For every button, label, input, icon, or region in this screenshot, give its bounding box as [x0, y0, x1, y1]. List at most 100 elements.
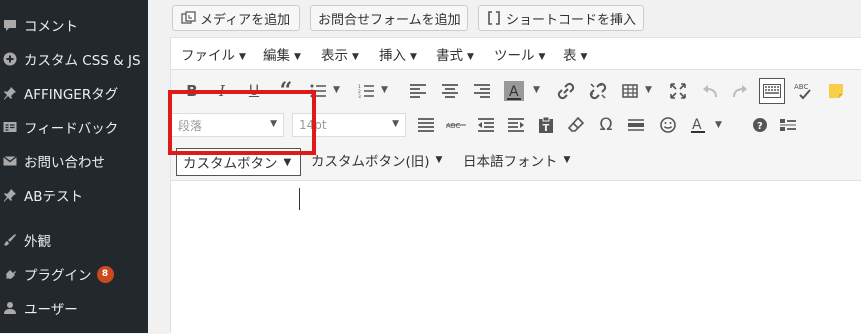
spellcheck-icon[interactable]: ABC — [791, 78, 817, 104]
justify-icon[interactable] — [413, 112, 439, 138]
menu-file[interactable]: ファイル ▼ — [181, 44, 246, 64]
align-left-icon[interactable] — [405, 78, 431, 104]
indent-icon[interactable] — [503, 112, 529, 138]
special-character-icon[interactable]: Ω — [593, 112, 619, 138]
format-select-value: 段落 — [178, 118, 203, 133]
sidebar-item-label: ABテスト — [24, 189, 83, 205]
help-icon[interactable]: ? — [747, 112, 773, 138]
sidebar-item-label: カスタム CSS & JS — [24, 53, 141, 69]
clear-formatting-icon[interactable] — [563, 112, 589, 138]
sidebar-item-appearance[interactable]: 外観 — [0, 223, 148, 257]
caret-down-icon[interactable]: ▼ — [715, 120, 722, 130]
brush-icon — [3, 233, 17, 247]
plugin-icon — [3, 267, 17, 281]
menu-view[interactable]: 表示 ▼ — [321, 44, 359, 64]
fontsize-select-value: 14pt — [299, 118, 327, 132]
menu-edit[interactable]: 編集 ▼ — [263, 44, 301, 64]
svg-text:A: A — [692, 117, 702, 133]
undo-icon[interactable] — [697, 78, 723, 104]
sidebar-item-users[interactable]: ユーザー — [0, 291, 148, 325]
blockquote-icon[interactable]: “ — [273, 78, 299, 104]
caret-down-icon: ▼ — [538, 52, 546, 62]
menu-table[interactable]: 表 ▼ — [563, 44, 587, 64]
insert-shortcode-label: ショートコードを挿入 — [505, 12, 636, 28]
update-count-badge: 8 — [96, 265, 114, 283]
outdent-icon[interactable] — [473, 112, 499, 138]
sidebar-item-label: プラグイン — [24, 268, 92, 284]
caret-down-icon[interactable]: ▼ — [645, 85, 652, 95]
emoticon-icon[interactable] — [655, 112, 681, 138]
svg-text:3: 3 — [358, 94, 361, 98]
sticky-note-icon[interactable] — [823, 78, 849, 104]
caret-down-icon: ▼ — [239, 52, 246, 62]
japanese-font-listbox[interactable]: 日本語フォント ▼ — [463, 148, 570, 172]
caret-down-icon: ▼ — [580, 52, 588, 62]
more-toolbar-icon[interactable] — [775, 112, 801, 138]
sidebar-item-comments[interactable]: コメント — [0, 8, 148, 42]
caret-down-icon: ▼ — [352, 52, 359, 62]
sidebar-item-ab-test[interactable]: ABテスト — [0, 178, 148, 212]
paste-text-icon[interactable]: T — [533, 112, 559, 138]
menu-label: 表示 — [321, 48, 348, 64]
sidebar-item-affinger-tag[interactable]: AFFINGERタグ — [0, 76, 148, 110]
menu-label: 書式 — [436, 48, 463, 64]
menu-label: ツール — [494, 48, 535, 64]
custom-button-old-listbox[interactable]: カスタムボタン(旧) ▼ — [311, 148, 442, 172]
menu-label: 編集 — [263, 48, 290, 64]
sidebar-item-label: AFFINGERタグ — [24, 87, 119, 103]
add-media-button[interactable]: メディアを追加 — [172, 5, 300, 31]
align-center-icon[interactable] — [437, 78, 463, 104]
caret-down-icon[interactable]: ▼ — [533, 85, 540, 95]
svg-text:T: T — [543, 123, 550, 133]
caret-down-icon: ▼ — [270, 119, 277, 129]
numbered-list-icon[interactable]: 123 — [353, 78, 379, 104]
text-cursor — [299, 188, 300, 210]
add-media-label: メディアを追加 — [200, 12, 291, 28]
caret-down-icon[interactable]: ▼ — [381, 85, 388, 95]
admin-sidebar: コメント カスタム CSS & JS AFFINGERタグ フィードバック お問… — [0, 0, 148, 333]
sidebar-item-feedback[interactable]: フィードバック — [0, 110, 148, 144]
toolbar-toggle-icon[interactable] — [759, 78, 785, 104]
fullscreen-icon[interactable] — [665, 78, 691, 104]
bullet-list-icon[interactable] — [305, 78, 331, 104]
svg-text:A: A — [509, 84, 519, 100]
text-background-color-icon[interactable]: A — [501, 78, 527, 104]
caret-down-icon: ▼ — [392, 119, 399, 129]
add-contact-form-button[interactable]: お問合せフォームを追加 — [310, 5, 468, 31]
redo-icon[interactable] — [727, 78, 753, 104]
user-icon — [3, 301, 17, 315]
caret-down-icon: ▼ — [435, 155, 443, 165]
link-icon[interactable] — [553, 78, 579, 104]
comment-icon — [3, 18, 17, 32]
table-icon[interactable] — [617, 78, 643, 104]
bold-icon[interactable]: B — [179, 78, 205, 104]
caret-down-icon[interactable]: ▼ — [333, 85, 340, 95]
strikethrough-icon[interactable]: ABC — [443, 112, 469, 138]
sidebar-item-custom-css-js[interactable]: カスタム CSS & JS — [0, 42, 148, 76]
editor-content-area[interactable] — [171, 181, 861, 334]
horizontal-rule-icon[interactable] — [623, 112, 649, 138]
sidebar-item-label: ユーザー — [24, 302, 78, 318]
caret-down-icon: ▼ — [563, 155, 571, 165]
menu-tools[interactable]: ツール ▼ — [494, 44, 545, 64]
caret-down-icon: ▼ — [467, 52, 474, 62]
insert-shortcode-button[interactable]: ショートコードを挿入 — [478, 5, 644, 31]
sidebar-item-contact[interactable]: お問い合わせ — [0, 144, 148, 178]
fontsize-select[interactable]: 14pt ▼ — [292, 113, 406, 137]
sidebar-item-plugins[interactable]: プラグイン 8 — [0, 257, 148, 291]
svg-text:ABC: ABC — [794, 83, 808, 91]
mail-icon — [3, 154, 17, 168]
custom-button-listbox[interactable]: カスタムボタン ▼ — [176, 148, 301, 176]
menu-format[interactable]: 書式 ▼ — [436, 44, 474, 64]
italic-icon[interactable]: I — [209, 78, 235, 104]
custom-button-old-label: カスタムボタン(旧) — [311, 154, 430, 170]
menu-insert[interactable]: 挿入 ▼ — [379, 44, 417, 64]
pin-icon — [3, 86, 17, 100]
feedback-icon — [3, 120, 17, 134]
underline-icon[interactable]: U — [241, 78, 267, 104]
svg-text:ABC: ABC — [446, 122, 460, 130]
unlink-icon[interactable] — [585, 78, 611, 104]
format-select[interactable]: 段落 ▼ — [171, 113, 284, 137]
align-right-icon[interactable] — [469, 78, 495, 104]
text-color-icon[interactable]: A — [685, 112, 711, 138]
